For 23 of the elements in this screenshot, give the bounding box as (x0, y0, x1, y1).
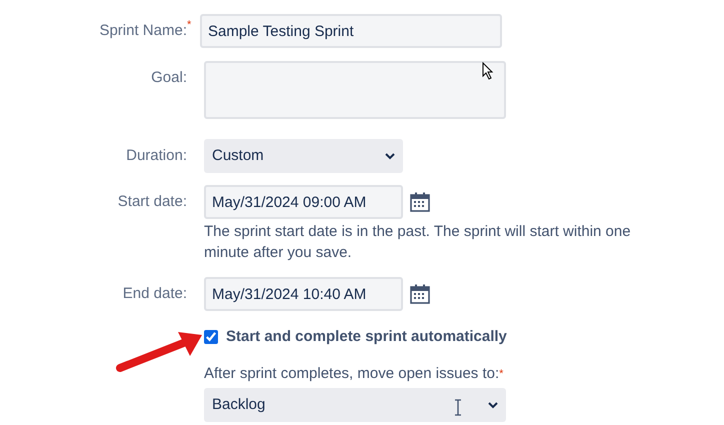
required-mark: * (187, 18, 192, 33)
field-label: Duration: (125, 146, 187, 166)
field-label: Goal: (150, 68, 187, 88)
help-text: The sprint start date is in the past. The sprint will start within one minute after you save. (204, 222, 632, 263)
calendar-icon[interactable] (410, 192, 430, 212)
field-label: Start date: (116, 192, 187, 212)
checkbox-label: Start and complete sprint automatically (226, 327, 507, 347)
sprint-name-field[interactable]: Sample Testing Sprint (200, 14, 502, 48)
caret-icon (385, 152, 395, 160)
date-field[interactable]: May/31/2024 10:40 AM (204, 277, 403, 311)
caret-icon (488, 402, 498, 408)
goal-field[interactable] (204, 61, 506, 119)
pointer-icon (482, 62, 494, 80)
field-label: Sprint Name: (98, 21, 187, 41)
auto-sprint-checkbox[interactable] (204, 330, 218, 344)
backlog-select[interactable]: Backlog (204, 388, 506, 422)
date-field[interactable]: May/31/2024 09:00 AM (204, 185, 403, 219)
calendar-icon[interactable] (410, 284, 430, 304)
move-issues-label: After sprint completes, move open issues to: (204, 364, 500, 384)
duration-select[interactable]: Custom (204, 139, 403, 173)
text-cursor-icon (454, 399, 462, 416)
field-label: End date: (122, 284, 187, 304)
required-mark: * (499, 366, 504, 382)
